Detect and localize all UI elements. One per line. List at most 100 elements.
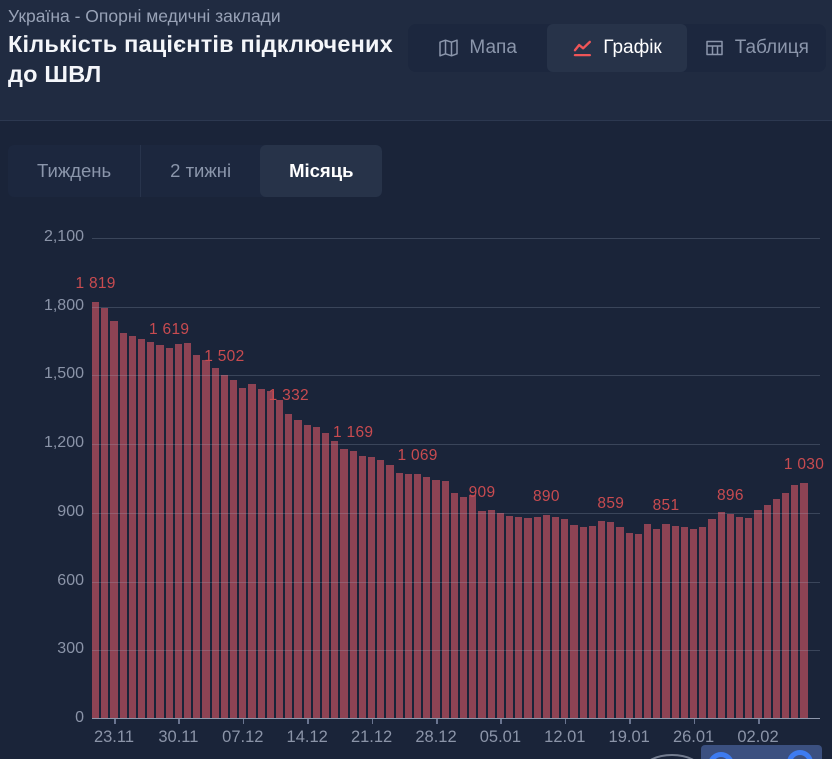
bar[interactable] — [469, 495, 476, 719]
bar[interactable] — [340, 449, 347, 719]
x-axis-tick-label: 12.01 — [533, 728, 597, 747]
bar[interactable] — [368, 457, 375, 719]
ventilator-bar-chart: 03006009001,2001,5001,8002,10023.1130.11… — [0, 0, 832, 759]
gridline — [92, 582, 820, 583]
bar[interactable] — [193, 355, 200, 719]
bar[interactable] — [377, 460, 384, 719]
bar[interactable] — [773, 499, 780, 719]
x-axis-tick-mark — [114, 719, 116, 724]
bar[interactable] — [442, 481, 449, 719]
bar[interactable] — [386, 465, 393, 719]
x-axis-tick-mark — [307, 719, 309, 724]
bar[interactable] — [92, 302, 99, 719]
gridline — [92, 650, 820, 651]
x-axis-tick-label: 21.12 — [340, 728, 404, 747]
bar[interactable] — [745, 518, 752, 719]
bar-value-label: 1 332 — [243, 387, 335, 405]
bar[interactable] — [166, 348, 173, 719]
bar[interactable] — [635, 534, 642, 719]
bar[interactable] — [690, 529, 697, 719]
bar[interactable] — [764, 505, 771, 719]
x-axis-tick-mark — [500, 719, 502, 724]
bar[interactable] — [322, 433, 329, 719]
bar-value-label: 1 169 — [307, 424, 399, 442]
bar[interactable] — [580, 527, 587, 719]
bar[interactable] — [662, 524, 669, 719]
bar[interactable] — [276, 400, 283, 719]
bar[interactable] — [221, 375, 228, 719]
bar[interactable] — [294, 420, 301, 719]
gridline — [92, 238, 820, 239]
gridline — [92, 375, 820, 376]
bar[interactable] — [561, 519, 568, 719]
bar[interactable] — [552, 517, 559, 719]
bar[interactable] — [138, 339, 145, 719]
bar[interactable] — [727, 514, 734, 719]
bar[interactable] — [589, 526, 596, 719]
bar[interactable] — [202, 360, 209, 719]
bar[interactable] — [681, 527, 688, 719]
bar[interactable] — [570, 525, 577, 719]
bar[interactable] — [129, 336, 136, 719]
x-axis-tick-label: 28.12 — [404, 728, 468, 747]
y-axis-tick-label: 300 — [4, 640, 84, 658]
bar[interactable] — [644, 524, 651, 719]
bar[interactable] — [800, 483, 807, 719]
bar[interactable] — [460, 497, 467, 719]
bar[interactable] — [248, 384, 255, 719]
bar[interactable] — [497, 513, 504, 719]
bar[interactable] — [672, 526, 679, 719]
x-axis-tick-mark — [565, 719, 567, 724]
x-axis-tick-mark — [694, 719, 696, 724]
bar[interactable] — [653, 529, 660, 719]
bar-value-label: 896 — [684, 487, 776, 505]
bar[interactable] — [258, 389, 265, 719]
bar[interactable] — [736, 517, 743, 720]
bar[interactable] — [708, 519, 715, 719]
bar[interactable] — [515, 517, 522, 719]
bar[interactable] — [175, 344, 182, 719]
x-axis-tick-label: 14.12 — [275, 728, 339, 747]
bar[interactable] — [405, 474, 412, 719]
bar-value-label: 1 030 — [758, 456, 832, 474]
bar[interactable] — [543, 515, 550, 719]
y-axis-tick-label: 0 — [4, 709, 84, 727]
bar[interactable] — [432, 480, 439, 719]
bar[interactable] — [506, 516, 513, 719]
bar[interactable] — [267, 391, 274, 719]
bar[interactable] — [524, 518, 531, 719]
bar[interactable] — [534, 517, 541, 719]
bar-value-label: 1 069 — [372, 447, 464, 465]
bar[interactable] — [396, 473, 403, 719]
bar[interactable] — [350, 451, 357, 719]
bar[interactable] — [598, 521, 605, 719]
x-axis-tick-label: 30.11 — [146, 728, 210, 747]
bar[interactable] — [304, 425, 311, 719]
bar[interactable] — [626, 533, 633, 719]
bar[interactable] — [230, 380, 237, 719]
bar[interactable] — [331, 441, 338, 719]
bar[interactable] — [791, 485, 798, 719]
bar[interactable] — [699, 527, 706, 719]
bar[interactable] — [616, 527, 623, 719]
bar[interactable] — [120, 333, 127, 719]
bar[interactable] — [313, 427, 320, 719]
bar[interactable] — [184, 343, 191, 719]
bar[interactable] — [782, 493, 789, 719]
bar[interactable] — [478, 511, 485, 719]
bar[interactable] — [156, 345, 163, 719]
bar[interactable] — [607, 522, 614, 719]
bar[interactable] — [414, 474, 421, 719]
gridline — [92, 307, 820, 308]
bar[interactable] — [359, 456, 366, 719]
bar[interactable] — [285, 414, 292, 719]
bar[interactable] — [718, 512, 725, 720]
bar[interactable] — [754, 510, 761, 719]
bar[interactable] — [212, 368, 219, 719]
bar[interactable] — [147, 342, 154, 719]
bar[interactable] — [110, 321, 117, 720]
bar[interactable] — [239, 388, 246, 719]
bar[interactable] — [488, 510, 495, 719]
bar[interactable] — [451, 493, 458, 719]
x-axis-tick-label: 19.01 — [597, 728, 661, 747]
